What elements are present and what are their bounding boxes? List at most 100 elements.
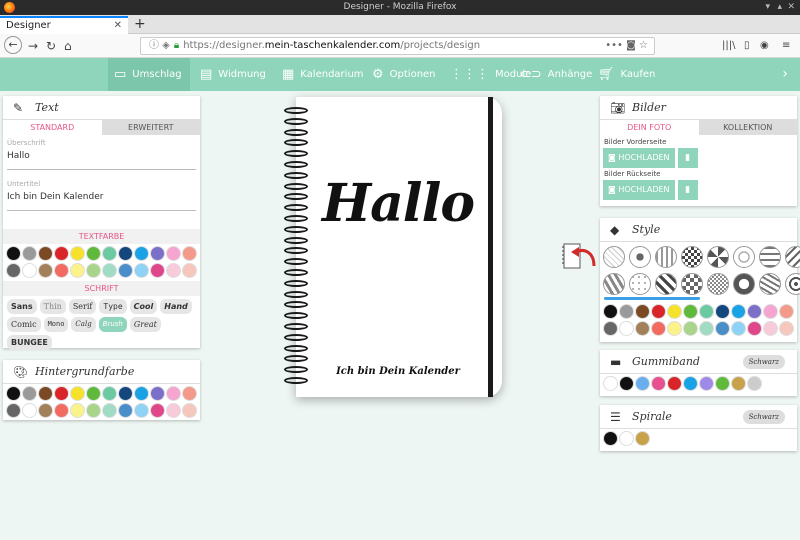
color-swatch[interactable] — [731, 376, 746, 391]
heading-input[interactable]: Hallo — [7, 147, 196, 170]
color-swatch[interactable] — [22, 263, 37, 278]
color-swatch[interactable] — [619, 376, 634, 391]
color-swatch[interactable] — [38, 386, 53, 401]
color-swatch[interactable] — [603, 431, 618, 446]
color-swatch[interactable] — [70, 386, 85, 401]
font-button-great[interactable]: Great — [129, 317, 161, 332]
pattern-swatch[interactable] — [629, 246, 651, 268]
color-swatch[interactable] — [86, 263, 101, 278]
color-swatch[interactable] — [747, 304, 762, 319]
cover-heading[interactable]: Hallo — [308, 173, 488, 234]
color-swatch[interactable] — [22, 403, 37, 418]
color-swatch[interactable] — [166, 403, 181, 418]
new-tab-icon[interactable]: + — [134, 16, 146, 32]
color-swatch[interactable] — [102, 403, 117, 418]
color-swatch[interactable] — [683, 321, 698, 336]
upload-front-button[interactable]: ◙ HOCHLADEN — [603, 148, 675, 168]
color-swatch[interactable] — [651, 376, 666, 391]
color-swatch[interactable] — [166, 263, 181, 278]
color-swatch[interactable] — [6, 403, 21, 418]
color-swatch[interactable] — [635, 431, 650, 446]
color-swatch[interactable] — [779, 321, 794, 336]
color-swatch[interactable] — [102, 263, 117, 278]
color-swatch[interactable] — [715, 321, 730, 336]
pattern-scrollbar[interactable] — [604, 297, 700, 300]
menu-anhaenge[interactable]: ⊂⊃ Anhänge — [514, 58, 592, 91]
font-button-serif[interactable]: Serif — [68, 299, 97, 314]
pattern-swatch[interactable] — [681, 273, 703, 295]
color-swatch[interactable] — [134, 263, 149, 278]
flip-notebook-icon[interactable] — [562, 240, 598, 272]
color-swatch[interactable] — [150, 246, 165, 261]
tab-erweitert[interactable]: ERWEITERT — [101, 120, 200, 135]
pattern-swatch[interactable] — [655, 246, 677, 268]
color-swatch[interactable] — [635, 376, 650, 391]
font-button-bungee[interactable]: BUNGEE — [7, 335, 52, 350]
color-swatch[interactable] — [603, 376, 618, 391]
bookmark-star-icon[interactable]: ☆ — [639, 40, 648, 51]
tab-standard[interactable]: STANDARD — [3, 120, 102, 135]
color-swatch[interactable] — [118, 263, 133, 278]
hamburger-menu-icon[interactable]: ≡ — [782, 38, 790, 54]
color-swatch[interactable] — [763, 321, 778, 336]
close-tab-icon[interactable]: ✕ — [114, 18, 122, 34]
chevron-right-icon[interactable]: › — [782, 66, 788, 82]
font-button-comic[interactable]: Comic — [7, 317, 41, 332]
color-swatch[interactable] — [54, 246, 69, 261]
font-button-thin[interactable]: Thin — [39, 299, 66, 314]
color-swatch[interactable] — [54, 263, 69, 278]
pattern-swatch[interactable] — [785, 273, 800, 295]
color-swatch[interactable] — [635, 304, 650, 319]
browser-tab-designer[interactable]: Designer ✕ — [0, 16, 128, 34]
url-bar[interactable]: ⓘ ◈ 🔒︎ https://designer.mein-taschenkalend… — [140, 37, 655, 55]
color-swatch[interactable] — [86, 386, 101, 401]
home-icon[interactable]: ⌂ — [64, 38, 72, 54]
color-swatch[interactable] — [747, 321, 762, 336]
pocket-icon[interactable]: ◙ — [626, 40, 636, 51]
menu-kalendarium[interactable]: ▦ Kalendarium — [276, 58, 364, 91]
color-swatch[interactable] — [182, 263, 197, 278]
color-swatch[interactable] — [683, 304, 698, 319]
color-swatch[interactable] — [715, 376, 730, 391]
color-swatch[interactable] — [166, 246, 181, 261]
color-swatch[interactable] — [619, 321, 634, 336]
color-swatch[interactable] — [166, 386, 181, 401]
color-swatch[interactable] — [86, 403, 101, 418]
color-swatch[interactable] — [102, 386, 117, 401]
color-swatch[interactable] — [134, 246, 149, 261]
reload-icon[interactable]: ↻ — [46, 38, 56, 54]
color-swatch[interactable] — [102, 246, 117, 261]
font-button-mono[interactable]: Mono — [43, 317, 69, 332]
font-button-sans[interactable]: Sans — [7, 299, 37, 314]
color-swatch[interactable] — [699, 321, 714, 336]
color-swatch[interactable] — [6, 386, 21, 401]
color-swatch[interactable] — [731, 304, 746, 319]
notebook-cover[interactable] — [296, 97, 502, 397]
color-swatch[interactable] — [699, 304, 714, 319]
color-swatch[interactable] — [667, 321, 682, 336]
color-swatch[interactable] — [619, 304, 634, 319]
color-swatch[interactable] — [715, 304, 730, 319]
extension-icon[interactable]: ◉ — [760, 38, 769, 54]
info-icon[interactable]: ⓘ — [149, 40, 159, 51]
subtitle-input[interactable]: Ich bin Dein Kalender — [7, 188, 196, 211]
menu-optionen[interactable]: ⚙ Optionen — [366, 58, 442, 91]
color-swatch[interactable] — [70, 403, 85, 418]
color-swatch[interactable] — [6, 246, 21, 261]
color-swatch[interactable] — [70, 263, 85, 278]
color-swatch[interactable] — [651, 304, 666, 319]
back-icon[interactable]: ← — [4, 36, 22, 54]
color-swatch[interactable] — [134, 386, 149, 401]
color-swatch[interactable] — [118, 246, 133, 261]
color-swatch[interactable] — [134, 403, 149, 418]
color-swatch[interactable] — [150, 403, 165, 418]
menu-kaufen[interactable]: 🛒︎ Kaufen — [592, 58, 662, 91]
pattern-swatch[interactable] — [707, 246, 729, 268]
delete-front-button[interactable]: ▮ — [677, 148, 698, 168]
color-swatch[interactable] — [667, 304, 682, 319]
color-swatch[interactable] — [683, 376, 698, 391]
pattern-swatch[interactable] — [785, 246, 800, 268]
more-icon[interactable]: ••• — [605, 40, 623, 51]
color-swatch[interactable] — [182, 386, 197, 401]
tab-kollektion[interactable]: KOLLEKTION — [698, 120, 797, 135]
